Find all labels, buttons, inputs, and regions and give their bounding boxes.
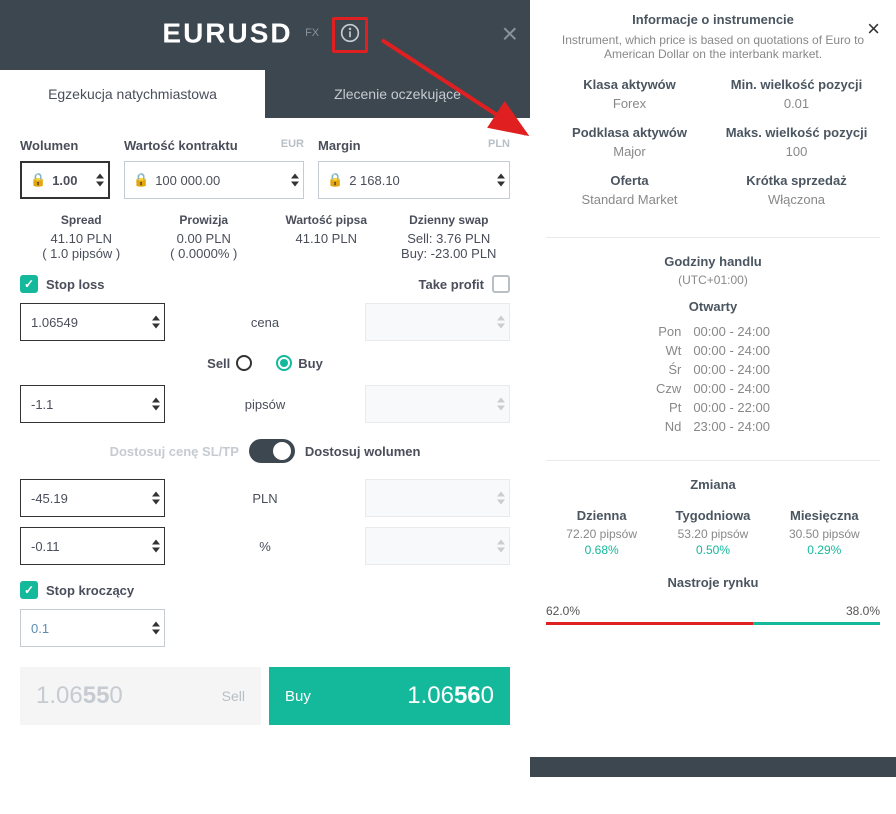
sell-button[interactable]: 1.06550 Sell [20, 667, 261, 725]
order-tabs: Egzekucja natychmiastowa Zlecenie oczeku… [0, 70, 530, 118]
trailing-stop-checkbox[interactable] [20, 581, 38, 599]
bottom-strip [530, 757, 896, 777]
hours-title: Godziny handlu [546, 254, 880, 269]
sell-price: 1.06550 [36, 682, 123, 710]
hours-row: Pon00:00 - 24:00 [656, 322, 770, 341]
sentiment-left: 62.0% [546, 604, 580, 618]
hours-row: Śr00:00 - 24:00 [656, 360, 770, 379]
instrument-prop: Podklasa aktywówMajor [546, 125, 713, 159]
pct-label: % [165, 539, 365, 554]
lock-icon: 🔒 [327, 172, 343, 188]
stop-loss-label: Stop loss [46, 277, 105, 292]
hours-status: Otwarty [546, 299, 880, 314]
sell-radio[interactable]: Sell [207, 355, 252, 371]
sl-pln-input[interactable]: -45.19 [20, 479, 165, 517]
take-profit-checkbox[interactable] [492, 275, 510, 293]
tab-pending[interactable]: Zlecenie oczekujące [265, 70, 530, 118]
close-icon[interactable]: × [502, 18, 518, 50]
info-panel-description: Instrument, which price is based on quot… [546, 33, 880, 61]
tp-pct-input[interactable] [365, 527, 510, 565]
contract-spinners[interactable] [291, 174, 299, 187]
info-icon[interactable] [340, 23, 360, 48]
hours-row: Nd23:00 - 24:00 [656, 417, 770, 436]
contract-label: Wartość kontraktu EUR [124, 138, 304, 153]
tp-price-input[interactable] [365, 303, 510, 341]
buy-button[interactable]: Buy 1.06560 [269, 667, 510, 725]
volume-input[interactable]: 🔒 1.00 [20, 161, 110, 199]
instrument-prop: Min. wielkość pozycji0.01 [713, 77, 880, 111]
volume-label: Wolumen [20, 138, 110, 153]
pln-label: PLN [165, 491, 365, 506]
tp-pln-input[interactable] [365, 479, 510, 517]
info-icon-highlight [332, 17, 368, 53]
hours-row: Wt00:00 - 24:00 [656, 341, 770, 360]
buy-radio[interactable]: Buy [276, 355, 323, 371]
sentiment-title: Nastroje rynku [546, 575, 880, 590]
margin-label: Margin PLN [318, 138, 510, 153]
hours-row: Pt00:00 - 22:00 [656, 398, 770, 417]
instrument-prop: OfertaStandard Market [546, 173, 713, 207]
contract-input[interactable]: 🔒 100 000.00 [124, 161, 304, 199]
info-panel-title: Informacje o instrumencie [546, 12, 880, 27]
hours-timezone: (UTC+01:00) [546, 273, 880, 287]
pips-label: pipsów [165, 397, 365, 412]
trailing-stop-label: Stop kroczący [46, 583, 134, 598]
change-item: Dzienna72.20 pipsów0.68% [546, 508, 657, 557]
hours-row: Czw00:00 - 24:00 [656, 379, 770, 398]
change-item: Tygodniowa53.20 pipsów0.50% [657, 508, 768, 557]
trailing-input[interactable]: 0.1 [20, 609, 165, 647]
commission-info: Prowizja 0.00 PLN ( 0.0000% ) [143, 213, 266, 261]
sl-pips-input[interactable]: -1.1 [20, 385, 165, 423]
buy-price: 1.06560 [407, 682, 494, 710]
symbol-title: EURUSD [162, 18, 292, 49]
lock-icon: 🔒 [133, 172, 149, 188]
price-label: cena [165, 315, 365, 330]
sl-price-input[interactable]: 1.06549 [20, 303, 165, 341]
lock-icon: 🔒 [30, 172, 46, 188]
sl-pct-input[interactable]: -0.11 [20, 527, 165, 565]
swap-info: Dzienny swap Sell: 3.76 PLN Buy: -23.00 … [388, 213, 511, 261]
fx-label: FX [305, 27, 319, 39]
pip-value-info: Wartość pipsa 41.10 PLN [265, 213, 388, 261]
margin-input[interactable]: 🔒 2 168.10 [318, 161, 510, 199]
tp-pips-input[interactable] [365, 385, 510, 423]
volume-spinners[interactable] [96, 174, 104, 187]
instrument-prop: Maks. wielkość pozycji100 [713, 125, 880, 159]
spread-info: Spread 41.10 PLN ( 1.0 pipsów ) [20, 213, 143, 261]
change-item: Miesięczna30.50 pipsów0.29% [769, 508, 880, 557]
adjust-sltp-label: Dostosuj cenę SL/TP [110, 444, 239, 459]
instrument-prop: Krótka sprzedażWłączona [713, 173, 880, 207]
adjust-toggle[interactable] [249, 439, 295, 463]
instrument-prop: Klasa aktywówForex [546, 77, 713, 111]
margin-spinners[interactable] [497, 174, 505, 187]
take-profit-label: Take profit [419, 277, 485, 292]
sentiment-right: 38.0% [846, 604, 880, 618]
sentiment-bar [546, 622, 880, 625]
stop-loss-checkbox[interactable] [20, 275, 38, 293]
tab-immediate[interactable]: Egzekucja natychmiastowa [0, 70, 265, 118]
adjust-volume-label: Dostosuj wolumen [305, 444, 421, 459]
close-info-icon[interactable]: × [867, 16, 880, 42]
order-header: EURUSD FX × [0, 0, 530, 70]
change-title: Zmiana [546, 477, 880, 492]
